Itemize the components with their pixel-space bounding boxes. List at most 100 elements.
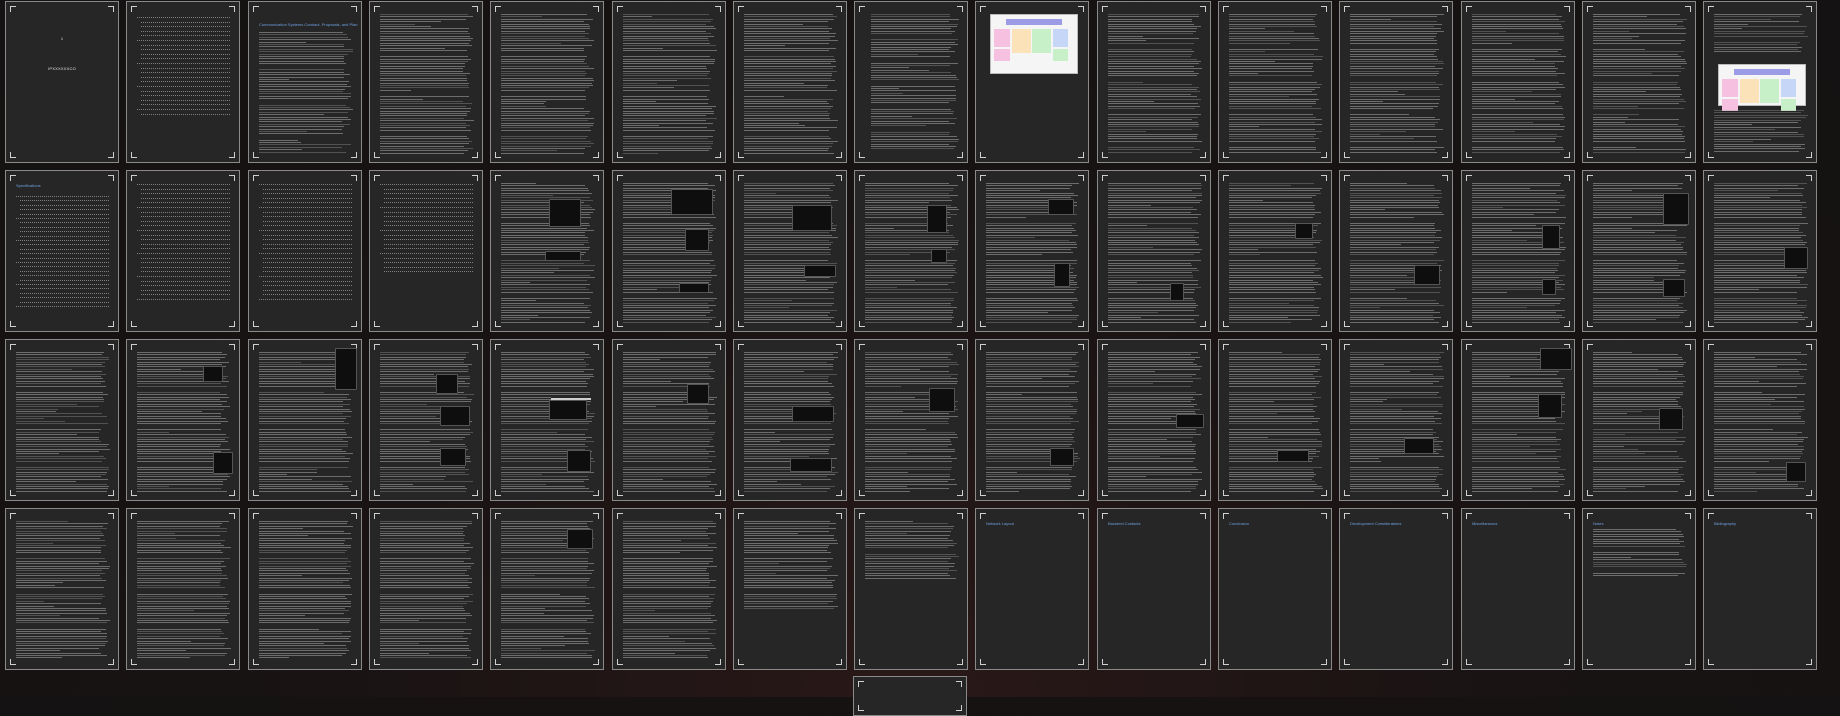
document-page[interactable]: [733, 1, 847, 163]
text-line: [1472, 469, 1566, 471]
document-page[interactable]: [5, 508, 119, 670]
document-page[interactable]: [248, 170, 362, 332]
document-page[interactable]: [1461, 170, 1575, 332]
document-page[interactable]: [975, 170, 1089, 332]
text-line: [744, 535, 835, 537]
document-page[interactable]: Development Considerations: [1339, 508, 1453, 670]
document-page[interactable]: [369, 1, 483, 163]
document-page[interactable]: [733, 508, 847, 670]
document-page[interactable]: [612, 508, 726, 670]
document-page[interactable]: [854, 170, 968, 332]
document-page[interactable]: [1097, 1, 1211, 163]
document-page[interactable]: [126, 339, 240, 501]
document-page[interactable]: [1703, 339, 1817, 501]
text-line: [1714, 413, 1799, 415]
document-page[interactable]: Notes: [1582, 508, 1696, 670]
document-page[interactable]: [1339, 339, 1453, 501]
text-line: [1593, 321, 1684, 323]
document-page[interactable]: [853, 676, 967, 716]
document-page[interactable]: Conclusion: [1218, 508, 1332, 670]
text-line: [137, 587, 225, 589]
document-page[interactable]: [1461, 339, 1575, 501]
text-line: [986, 289, 1077, 291]
document-page[interactable]: [1582, 170, 1696, 332]
document-page[interactable]: [854, 339, 968, 501]
document-page[interactable]: [854, 1, 968, 163]
text-line: [865, 269, 956, 271]
text-line: [137, 490, 228, 492]
toc-entry: [263, 215, 352, 218]
document-page[interactable]: [490, 1, 604, 163]
text-line: [1229, 123, 1322, 125]
document-page[interactable]: [1582, 1, 1696, 163]
text-line: [1350, 225, 1435, 227]
document-page[interactable]: Specifications: [5, 170, 119, 332]
document-page[interactable]: [369, 170, 483, 332]
text-line: [259, 371, 344, 373]
document-page[interactable]: [1703, 1, 1817, 163]
document-page[interactable]: [612, 1, 726, 163]
document-page[interactable]: [5, 339, 119, 501]
text-line: [137, 640, 191, 642]
document-page[interactable]: Backend Contacts: [1097, 508, 1211, 670]
text-line: [1229, 380, 1321, 382]
document-page[interactable]: [248, 508, 362, 670]
document-page[interactable]: [126, 508, 240, 670]
document-page[interactable]: [490, 508, 604, 670]
document-page[interactable]: Communication Systems Contract, Proposal…: [248, 1, 362, 163]
document-page[interactable]: [733, 339, 847, 501]
text-line: [137, 600, 230, 602]
document-page[interactable]: [490, 170, 604, 332]
crop-mark: [1587, 152, 1593, 158]
document-page[interactable]: [369, 339, 483, 501]
document-page[interactable]: [1339, 170, 1453, 332]
document-page[interactable]: [1097, 170, 1211, 332]
text-line: [501, 304, 591, 306]
document-page[interactable]: [126, 1, 240, 163]
text-line: [137, 603, 229, 605]
text-line: [1714, 16, 1801, 18]
document-page[interactable]: [1461, 1, 1575, 163]
document-page[interactable]: [612, 170, 726, 332]
document-page[interactable]: Miscellaneous: [1461, 508, 1575, 670]
document-page[interactable]: [248, 339, 362, 501]
document-page[interactable]: [612, 339, 726, 501]
text-line: [1472, 378, 1566, 380]
text-line: [744, 70, 838, 72]
document-page[interactable]: [854, 508, 968, 670]
text-line: [623, 650, 710, 652]
text-line: [501, 89, 585, 91]
document-page[interactable]: [1339, 1, 1453, 163]
text-line: [744, 300, 792, 302]
document-page[interactable]: Bibliography: [1703, 508, 1817, 670]
document-page[interactable]: [975, 339, 1089, 501]
text-line: [1593, 65, 1681, 67]
text-line: [1714, 237, 1801, 239]
document-page[interactable]: [1703, 170, 1817, 332]
text-line: [1350, 211, 1443, 213]
document-page[interactable]: 1 IPXXXXXXCO: [5, 1, 119, 163]
text-line: [986, 319, 1077, 321]
document-page[interactable]: [1218, 1, 1332, 163]
crop-mark: [10, 175, 16, 181]
text-line: [1593, 481, 1686, 483]
document-page[interactable]: [126, 170, 240, 332]
crop-mark: [1587, 659, 1593, 665]
text-line: [380, 100, 464, 102]
document-page[interactable]: Network Layout: [975, 508, 1089, 670]
document-page[interactable]: [1218, 170, 1332, 332]
crop-mark: [1806, 344, 1812, 350]
text-line: [137, 528, 228, 530]
document-page[interactable]: [733, 170, 847, 332]
text-line: [1350, 359, 1439, 361]
text-line: [1229, 403, 1313, 405]
document-page[interactable]: [1097, 339, 1211, 501]
text-line: [380, 40, 471, 42]
document-page[interactable]: [490, 339, 604, 501]
text-line: [623, 376, 711, 377]
document-page[interactable]: [1218, 339, 1332, 501]
document-page[interactable]: [369, 508, 483, 670]
document-page[interactable]: [1582, 339, 1696, 501]
text-line: [1108, 455, 1160, 457]
document-page[interactable]: [975, 1, 1089, 163]
